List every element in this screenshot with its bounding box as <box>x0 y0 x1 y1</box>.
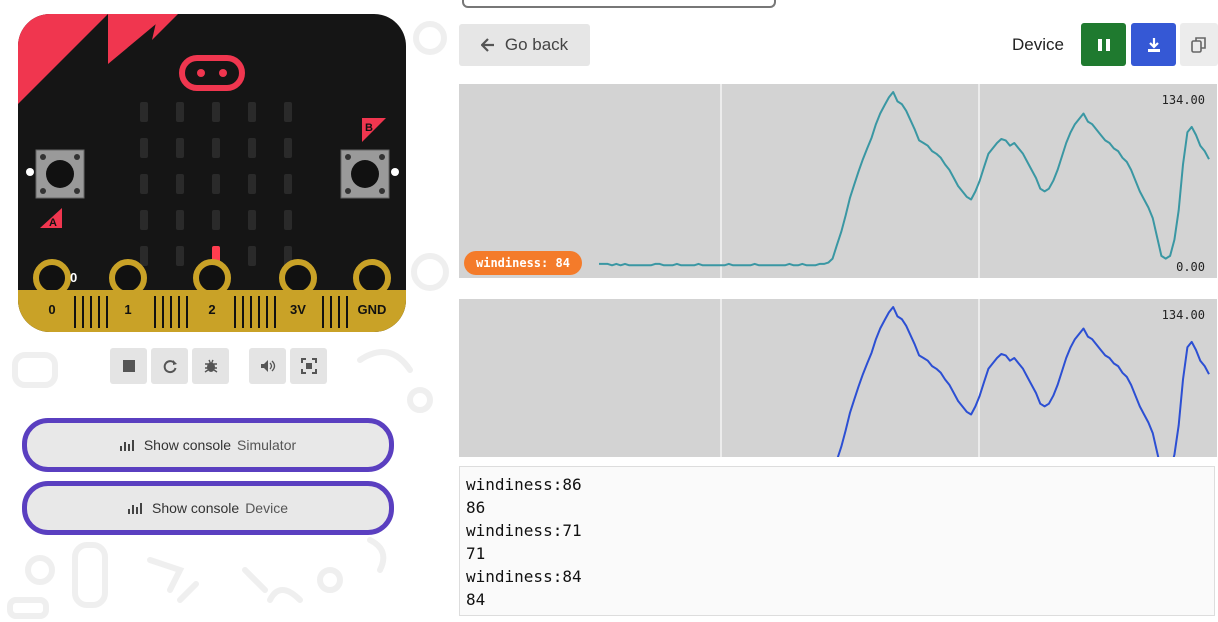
button-a[interactable] <box>35 149 85 199</box>
pin-1[interactable]: 1 <box>109 259 147 324</box>
led <box>140 210 148 230</box>
simulator-toolbar <box>110 348 327 384</box>
chart-2-max-label: 134.00 <box>1161 308 1205 322</box>
console-button-label: Show console <box>143 437 232 453</box>
pause-icon <box>1097 38 1110 51</box>
pin-0-readout: 0 <box>70 270 77 285</box>
led <box>176 174 184 194</box>
debug-icon <box>204 359 217 373</box>
button-a-label: A <box>49 217 57 229</box>
go-back-button[interactable]: Go back <box>459 24 590 66</box>
pin-1-label: 1 <box>124 302 131 317</box>
chart-icon <box>119 439 134 451</box>
stop-button[interactable] <box>110 348 147 384</box>
download-icon <box>1147 37 1160 52</box>
led <box>140 246 148 266</box>
led <box>176 138 184 158</box>
console-button-label: Show console <box>152 500 240 516</box>
led <box>140 102 148 122</box>
led <box>284 210 292 230</box>
fullscreen-icon <box>300 358 317 374</box>
pause-button[interactable] <box>1081 23 1126 66</box>
windiness-series-line <box>836 306 1210 457</box>
serial-console-output: windiness:86 86 windiness:71 71 windiness:84… <box>459 466 1215 616</box>
led <box>176 246 184 266</box>
led <box>140 138 148 158</box>
led <box>212 138 220 158</box>
pin-3v[interactable]: 3V <box>279 259 317 324</box>
led <box>284 174 292 194</box>
button-b-label: B <box>365 122 373 134</box>
chart-1-min-label: 0.00 <box>1176 260 1205 274</box>
led <box>212 210 220 230</box>
led <box>248 102 256 122</box>
chart-icon <box>128 502 143 514</box>
pin-2[interactable]: 2 <box>193 259 231 324</box>
show-console-device-button[interactable]: Show console Device <box>22 481 394 535</box>
restart-button[interactable] <box>151 348 188 384</box>
console-line: 84 <box>466 590 486 609</box>
pin-gnd-label: GND <box>358 302 387 317</box>
console-line: windiness:86 <box>466 475 582 494</box>
windiness-chart-1: 134.00 0.00 windiness: 84 <box>459 84 1217 278</box>
pin-2-label: 2 <box>208 302 215 317</box>
led <box>176 210 184 230</box>
chart-2-plot <box>720 299 1210 457</box>
show-console-simulator-button[interactable]: Show console Simulator <box>22 418 394 472</box>
device-label: Device <box>1012 35 1064 54</box>
download-button[interactable] <box>1131 23 1176 66</box>
pin-gnd[interactable]: GND <box>351 259 393 324</box>
led <box>248 210 256 230</box>
pin-0[interactable]: 0 <box>33 259 71 324</box>
led <box>248 138 256 158</box>
console-line: 86 <box>466 498 486 517</box>
windiness-value-badge: windiness: 84 <box>464 251 582 275</box>
console-button-target: Simulator <box>237 437 297 453</box>
led <box>248 246 256 266</box>
console-line: windiness:71 <box>466 521 582 540</box>
debug-button[interactable] <box>192 348 229 384</box>
led <box>212 174 220 194</box>
led <box>212 102 220 122</box>
microbit-simulator: A B 0 0 1 2 3V GND <box>18 14 406 332</box>
stop-icon <box>122 360 135 372</box>
windiness-series-line <box>599 91 1210 267</box>
led <box>248 174 256 194</box>
windiness-chart-2: 134.00 <box>459 299 1217 457</box>
copy-button[interactable] <box>1180 23 1218 66</box>
chart-1-plot <box>599 84 1210 278</box>
led <box>176 102 184 122</box>
speaker-icon <box>260 360 275 372</box>
console-line: 71 <box>466 544 486 563</box>
console-button-target: Device <box>245 500 288 516</box>
pin-0-label: 0 <box>48 302 55 317</box>
console-line: windiness:84 <box>466 567 582 586</box>
arrow-left-icon <box>480 38 494 52</box>
led <box>284 102 292 122</box>
mute-button[interactable] <box>249 348 286 384</box>
button-b[interactable] <box>340 149 390 199</box>
fullscreen-button[interactable] <box>290 348 327 384</box>
copy-icon <box>1191 36 1206 53</box>
chart-1-max-label: 134.00 <box>1161 93 1205 107</box>
led <box>284 138 292 158</box>
restart-icon <box>163 360 177 374</box>
led <box>140 174 148 194</box>
pin-3v-label: 3V <box>290 302 306 317</box>
tab-edge <box>462 0 776 8</box>
go-back-label: Go back <box>504 35 569 54</box>
